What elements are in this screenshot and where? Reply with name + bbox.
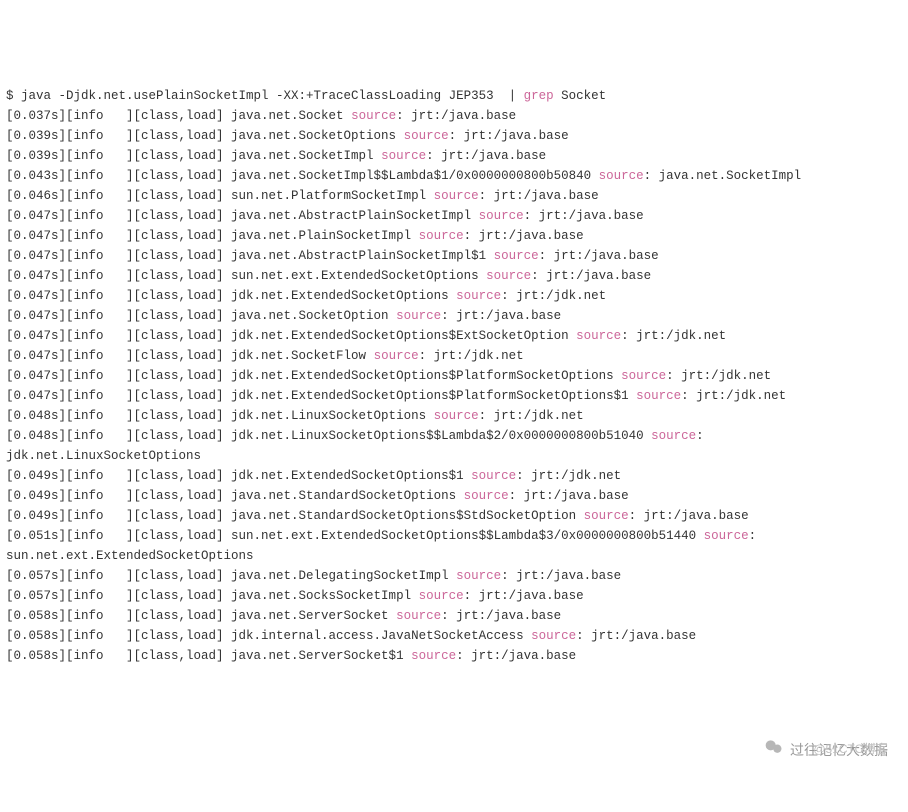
source-keyword: source <box>419 589 464 603</box>
terminal-line: [0.048s][info ][class,load] jdk.net.Linu… <box>6 426 902 446</box>
terminal-line: [0.048s][info ][class,load] jdk.net.Linu… <box>6 406 902 426</box>
source-keyword: source <box>434 189 479 203</box>
wechat-icon <box>748 717 784 782</box>
terminal-line: [0.049s][info ][class,load] jdk.net.Exte… <box>6 466 902 486</box>
source-keyword: source <box>494 249 539 263</box>
terminal-line: [0.039s][info ][class,load] java.net.Soc… <box>6 126 902 146</box>
terminal-line: [0.049s][info ][class,load] java.net.Sta… <box>6 506 902 526</box>
source-keyword: source <box>434 409 479 423</box>
terminal-line: [0.047s][info ][class,load] sun.net.ext.… <box>6 266 902 286</box>
terminal-line: [0.046s][info ][class,load] sun.net.Plat… <box>6 186 902 206</box>
terminal-line: [0.058s][info ][class,load] java.net.Ser… <box>6 646 902 666</box>
source-keyword: source <box>381 149 426 163</box>
terminal-output: $ java -Djdk.net.usePlainSocketImpl -XX:… <box>6 86 902 666</box>
watermark: 过往记忆大数据 @51CTO博客 <box>748 717 888 782</box>
terminal-line: [0.047s][info ][class,load] jdk.net.Exte… <box>6 286 902 306</box>
watermark-sub: @51CTO博客 <box>813 739 888 759</box>
terminal-line: [0.047s][info ][class,load] jdk.net.Exte… <box>6 366 902 386</box>
source-keyword: source <box>621 369 666 383</box>
terminal-line: [0.037s][info ][class,load] java.net.Soc… <box>6 106 902 126</box>
source-keyword: source <box>374 349 419 363</box>
terminal-line: [0.058s][info ][class,load] java.net.Ser… <box>6 606 902 626</box>
terminal-line: [0.047s][info ][class,load] jdk.net.Exte… <box>6 386 902 406</box>
source-keyword: source <box>471 469 516 483</box>
terminal-line: sun.net.ext.ExtendedSocketOptions <box>6 546 902 566</box>
source-keyword: source <box>704 529 749 543</box>
terminal-line: [0.051s][info ][class,load] sun.net.ext.… <box>6 526 902 546</box>
source-keyword: source <box>456 569 501 583</box>
source-keyword: source <box>396 609 441 623</box>
terminal-line: [0.047s][info ][class,load] jdk.net.Exte… <box>6 326 902 346</box>
source-keyword: source <box>531 629 576 643</box>
grep-keyword: grep <box>524 89 554 103</box>
source-keyword: source <box>456 289 501 303</box>
source-keyword: source <box>464 489 509 503</box>
source-keyword: source <box>351 109 396 123</box>
source-keyword: source <box>479 209 524 223</box>
terminal-line: [0.049s][info ][class,load] java.net.Sta… <box>6 486 902 506</box>
source-keyword: source <box>486 269 531 283</box>
source-keyword: source <box>651 429 696 443</box>
source-keyword: source <box>419 229 464 243</box>
terminal-line: [0.047s][info ][class,load] java.net.Abs… <box>6 206 902 226</box>
source-keyword: source <box>576 329 621 343</box>
source-keyword: source <box>599 169 644 183</box>
terminal-line: [0.047s][info ][class,load] java.net.Pla… <box>6 226 902 246</box>
terminal-line: [0.057s][info ][class,load] java.net.Del… <box>6 566 902 586</box>
source-keyword: source <box>404 129 449 143</box>
terminal-line: [0.043s][info ][class,load] java.net.Soc… <box>6 166 902 186</box>
terminal-line: [0.047s][info ][class,load] jdk.net.Sock… <box>6 346 902 366</box>
source-keyword: source <box>396 309 441 323</box>
terminal-line: [0.047s][info ][class,load] java.net.Abs… <box>6 246 902 266</box>
terminal-line: jdk.net.LinuxSocketOptions <box>6 446 902 466</box>
terminal-line: $ java -Djdk.net.usePlainSocketImpl -XX:… <box>6 86 902 106</box>
source-keyword: source <box>636 389 681 403</box>
terminal-line: [0.057s][info ][class,load] java.net.Soc… <box>6 586 902 606</box>
watermark-text: 过往记忆大数据 <box>790 740 888 760</box>
source-keyword: source <box>584 509 629 523</box>
source-keyword: source <box>411 649 456 663</box>
terminal-line: [0.047s][info ][class,load] java.net.Soc… <box>6 306 902 326</box>
terminal-line: [0.039s][info ][class,load] java.net.Soc… <box>6 146 902 166</box>
terminal-line: [0.058s][info ][class,load] jdk.internal… <box>6 626 902 646</box>
